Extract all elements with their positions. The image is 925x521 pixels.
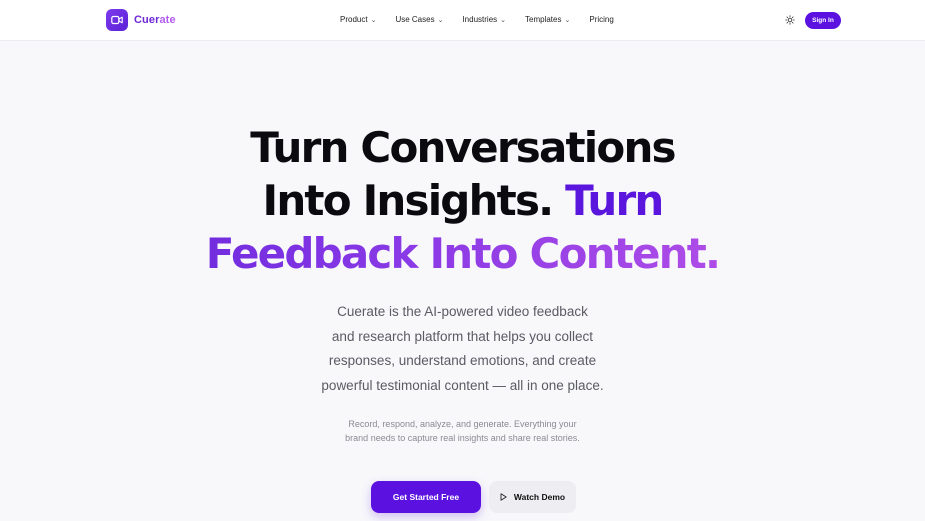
nav-item-label: Pricing: [589, 15, 614, 24]
main-nav: Product ⌄ Use Cases ⌄ Industries ⌄ Templ…: [340, 15, 633, 24]
nav-item-pricing[interactable]: Pricing: [589, 15, 613, 24]
hero-subtext-line: Record, respond, analyze, and generate. …: [348, 419, 577, 429]
hero-description-line: Cuerate is the AI-powered video feedback: [337, 304, 588, 319]
watch-demo-label: Watch Demo: [513, 492, 566, 502]
sign-in-button[interactable]: Sign In: [805, 12, 841, 29]
nav-item-label: Templates: [525, 15, 562, 24]
hero-description-line: and research platform that helps you col…: [331, 328, 594, 344]
nav-item-use-cases[interactable]: Use Cases ⌄: [395, 15, 443, 24]
hero-heading-line-2: Into Insights. Turn: [0, 174, 925, 227]
nav-item-label: Industries: [462, 15, 498, 24]
watch-demo-button[interactable]: Watch Demo: [489, 481, 576, 513]
top-navbar: Cuerate Product ⌄ Use Cases ⌄ Industries…: [0, 0, 925, 41]
chevron-down-icon: ⌄: [500, 16, 507, 24]
hero-heading-line-3-gradient: Feedback Into Content.: [0, 227, 925, 280]
brand-logo[interactable]: Cuerate: [106, 9, 176, 31]
brand-name: Cuerate: [134, 14, 176, 26]
hero-description-line: responses, understand emotions, and crea…: [328, 353, 597, 368]
chevron-down-icon: ⌄: [564, 16, 571, 24]
brand-name-main: Cuer: [134, 14, 160, 26]
hero-heading-line-1: Turn Conversations: [250, 123, 676, 172]
hero-subtext-line: brand needs to capture real insights and…: [345, 433, 580, 443]
hero-subtext: Record, respond, analyze, and generate. …: [0, 417, 925, 445]
chevron-down-icon: ⌄: [437, 16, 444, 24]
nav-item-product[interactable]: Product ⌄: [340, 15, 376, 24]
chevron-down-icon: ⌄: [370, 16, 377, 24]
sun-icon[interactable]: [784, 14, 796, 26]
hero-heading-line-2-accent: Turn: [565, 176, 664, 225]
video-camera-icon: [106, 9, 128, 31]
hero-heading: Turn Conversations Into Insights. Turn F…: [0, 121, 925, 280]
hero-heading-line-2-dark: Into Insights.: [262, 176, 566, 225]
nav-item-label: Product: [340, 15, 368, 24]
hero-description: Cuerate is the AI-powered video feedback…: [0, 300, 925, 398]
nav-item-industries[interactable]: Industries ⌄: [462, 15, 506, 24]
hero-description-line: powerful testimonial content — all in on…: [321, 377, 604, 393]
brand-name-tail: ate: [159, 14, 176, 26]
nav-item-templates[interactable]: Templates ⌄: [525, 15, 570, 24]
nav-item-label: Use Cases: [395, 15, 435, 24]
get-started-button[interactable]: Get Started Free: [371, 481, 481, 513]
play-icon: [500, 493, 507, 501]
